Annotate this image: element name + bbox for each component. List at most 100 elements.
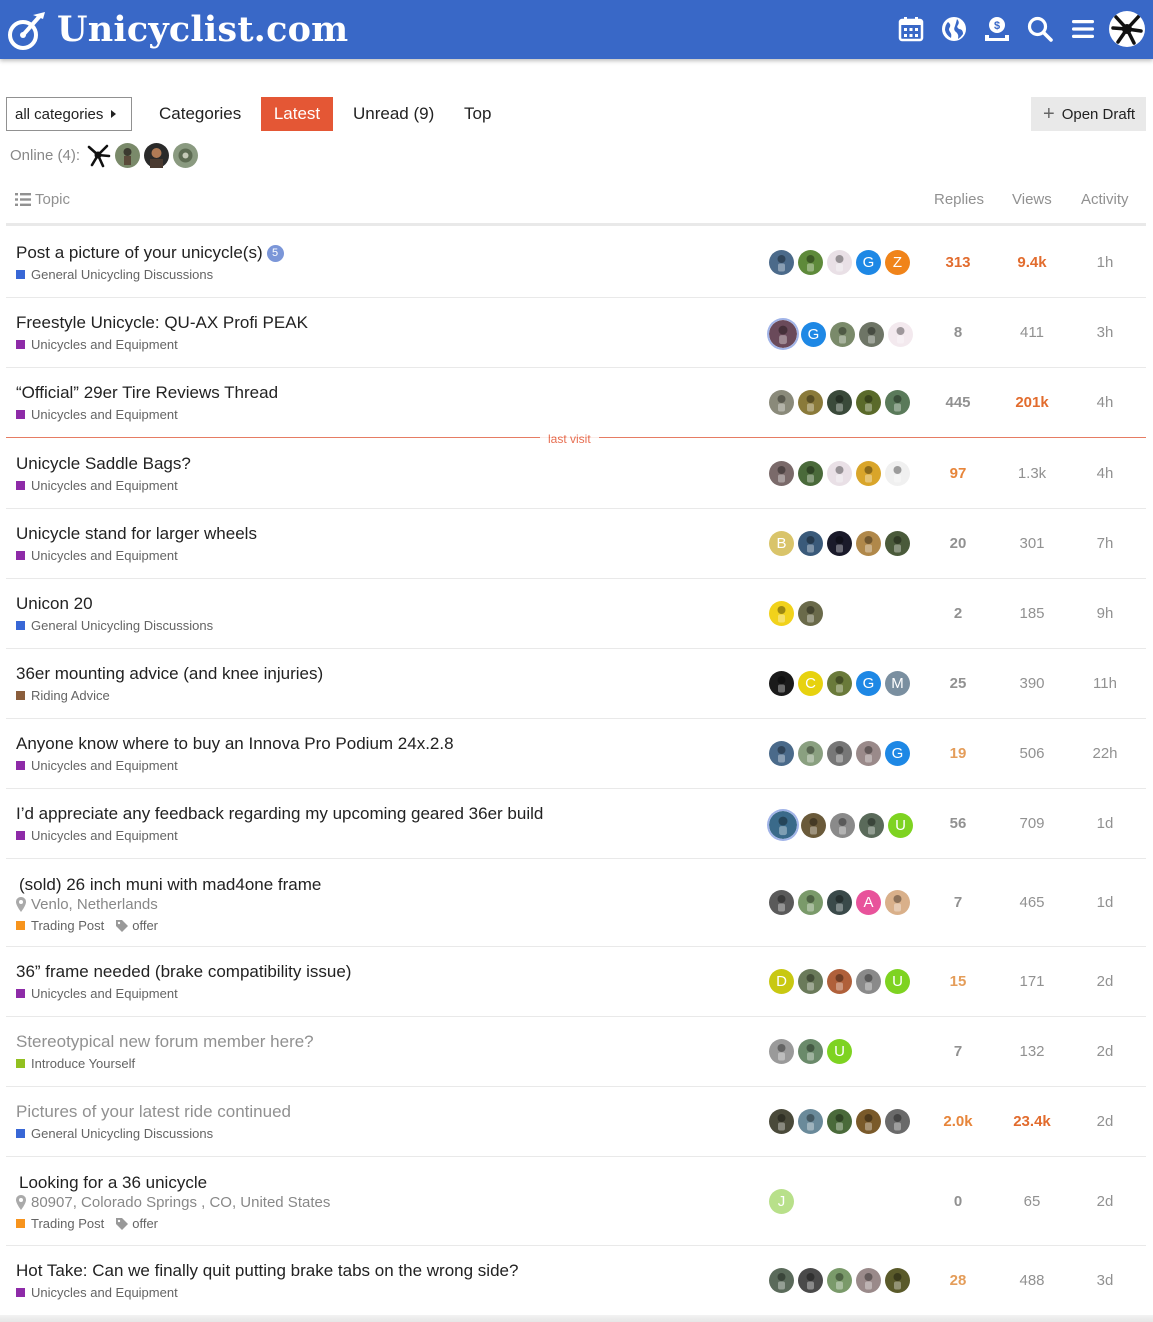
poster-avatar[interactable] [859,812,884,838]
topic-category[interactable]: General Unicycling Discussions [16,267,213,282]
online-user-avatar[interactable] [144,142,170,168]
topic-category[interactable]: Unicycles and Equipment [16,407,178,422]
poster-avatar[interactable] [856,1268,881,1293]
topic-replies-count[interactable]: 445 [928,394,988,411]
online-user-avatar[interactable] [173,142,199,168]
topic-row[interactable]: Anyone know where to buy an Innova Pro P… [6,719,1146,789]
category-dropdown[interactable]: all categories [6,97,132,131]
topic-category[interactable]: General Unicycling Discussions [16,618,213,633]
poster-avatar[interactable]: J [769,1189,794,1214]
topic-views-count[interactable]: 65 [1002,1193,1062,1210]
topic-views-count[interactable]: 301 [1002,535,1062,552]
poster-avatar[interactable] [798,390,823,415]
topic-activity-time[interactable]: 3h [1075,324,1135,341]
poster-avatar[interactable] [827,1109,852,1134]
tab-categories[interactable]: Categories [149,97,251,131]
topic-category[interactable]: Trading Post offer [16,918,158,933]
poster-avatar[interactable] [827,250,852,275]
topic-replies-count[interactable]: 15 [928,973,988,990]
topic-views-count[interactable]: 411 [1002,324,1062,341]
donate-icon[interactable]: $ [977,9,1017,49]
poster-avatar[interactable]: Z [885,250,910,275]
topic-views-count[interactable]: 709 [1002,815,1062,832]
topic-title-link[interactable]: Unicycle Saddle Bags? [16,454,191,474]
topic-title-link[interactable]: 36” frame needed (brake compatibility is… [16,962,351,982]
topic-activity-time[interactable]: 11h [1075,675,1135,692]
topic-title-link[interactable]: Post a picture of your unicycle(s) 5 [16,243,284,263]
topic-row[interactable]: Unicycle stand for larger wheels Unicycle… [6,509,1146,579]
topic-replies-count[interactable]: 7 [928,1043,988,1060]
topic-views-count[interactable]: 171 [1002,973,1062,990]
topic-activity-time[interactable]: 2d [1075,1113,1135,1130]
poster-avatar[interactable] [827,741,852,766]
topic-activity-time[interactable]: 1d [1075,815,1135,832]
topic-views-count[interactable]: 390 [1002,675,1062,692]
poster-avatar[interactable] [769,890,794,915]
poster-avatar[interactable]: U [827,1039,852,1064]
topic-category[interactable]: Unicycles and Equipment [16,548,178,563]
topic-replies-count[interactable]: 97 [928,465,988,482]
poster-avatar[interactable] [885,531,910,556]
topic-category[interactable]: Riding Advice [16,688,110,703]
topic-category[interactable]: General Unicycling Discussions [16,1126,213,1141]
topic-replies-count[interactable]: 28 [928,1272,988,1289]
poster-avatar[interactable] [769,390,794,415]
poster-avatar[interactable]: U [888,812,913,838]
topic-row[interactable]: (sold) 26 inch muni with mad4one frame Ve… [6,859,1146,947]
column-header-topic[interactable]: Topic [15,191,70,208]
site-logo[interactable]: Unicyclist.com [5,7,348,51]
topic-replies-count[interactable]: 56 [928,815,988,832]
topic-category[interactable]: Unicycles and Equipment [16,828,178,843]
topic-title-link[interactable]: Stereotypical new forum member here? [16,1032,314,1052]
topic-title-link[interactable]: I’d appreciate any feedback regarding my… [16,804,543,824]
topic-title-link[interactable]: Anyone know where to buy an Innova Pro P… [16,734,454,754]
poster-avatar[interactable]: C [798,671,823,696]
topic-category[interactable]: Unicycles and Equipment [16,758,178,773]
topic-title-link[interactable]: Unicycle stand for larger wheels [16,524,257,544]
online-user-avatar[interactable] [86,143,111,168]
topic-activity-time[interactable]: 2d [1075,973,1135,990]
topic-row[interactable]: Unicycle Saddle Bags? Unicycles and Equip… [6,439,1146,509]
calendar-icon[interactable] [891,9,931,49]
poster-avatar[interactable]: G [856,250,881,275]
topic-replies-count[interactable]: 25 [928,675,988,692]
topic-title-link[interactable]: Looking for a 36 unicycle [19,1173,207,1193]
poster-avatar[interactable]: G [801,321,826,347]
poster-avatar[interactable] [769,741,794,766]
poster-avatar[interactable] [769,250,794,275]
topic-row[interactable]: 36” frame needed (brake compatibility is… [6,947,1146,1017]
poster-avatar[interactable]: A [856,890,881,915]
poster-avatar[interactable] [827,969,852,994]
poster-avatar[interactable] [827,1268,852,1293]
poster-avatar[interactable] [798,741,823,766]
poster-avatar[interactable] [859,321,884,347]
topic-views-count[interactable]: 185 [1002,605,1062,622]
column-header-activity[interactable]: Activity [1081,191,1129,208]
poster-avatar[interactable] [827,890,852,915]
poster-avatar[interactable] [830,321,855,347]
topic-row[interactable]: Looking for a 36 unicycle 80907, Colorado… [6,1157,1146,1246]
topic-views-count[interactable]: 9.4k [1002,254,1062,271]
poster-avatar[interactable] [856,461,881,486]
topic-activity-time[interactable]: 7h [1075,535,1135,552]
topic-activity-time[interactable]: 1d [1075,894,1135,911]
poster-avatar[interactable] [827,671,852,696]
topic-replies-count[interactable]: 20 [928,535,988,552]
topic-views-count[interactable]: 465 [1002,894,1062,911]
poster-avatar[interactable]: G [885,741,910,766]
poster-avatar[interactable] [885,890,910,915]
topic-category[interactable]: Unicycles and Equipment [16,337,178,352]
topic-views-count[interactable]: 23.4k [1002,1113,1062,1130]
poster-avatar[interactable] [827,531,852,556]
poster-avatar[interactable] [798,531,823,556]
topic-title-link[interactable]: Pictures of your latest ride continued [16,1102,291,1122]
poster-avatar[interactable]: B [769,531,794,556]
topic-category[interactable]: Trading Post offer [16,1216,158,1231]
topic-activity-time[interactable]: 9h [1075,605,1135,622]
poster-avatar[interactable] [885,390,910,415]
topic-row[interactable]: Stereotypical new forum member here? Intr… [6,1017,1146,1087]
column-header-views[interactable]: Views [1012,191,1052,208]
poster-avatar[interactable] [798,1268,823,1293]
poster-avatar[interactable] [830,812,855,838]
topic-activity-time[interactable]: 4h [1075,394,1135,411]
